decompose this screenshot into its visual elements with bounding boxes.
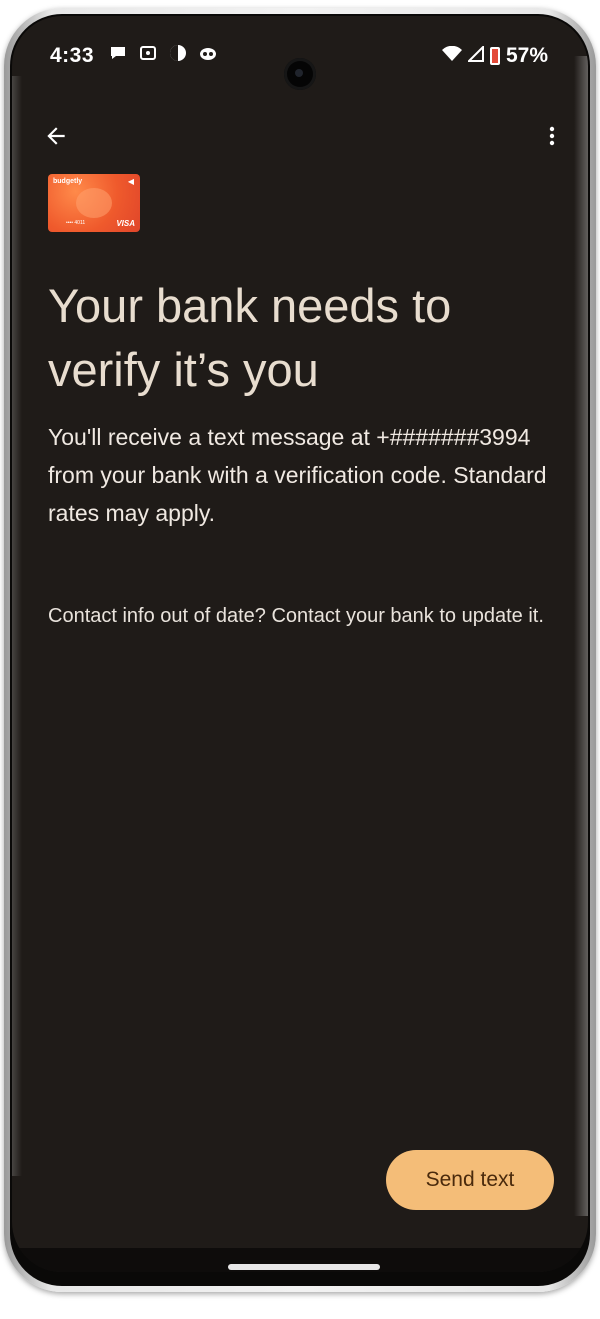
phone-bezel: 4:33 57% budgetly ◀ •••• 4011 VISA Your … xyxy=(10,14,590,1286)
front-camera xyxy=(284,58,316,90)
status-time: 4:33 xyxy=(50,44,95,67)
bank-card-image: budgetly ◀ •••• 4011 VISA xyxy=(48,174,140,232)
contact-info-note: Contact info out of date? Contact your b… xyxy=(48,605,544,627)
arrow-back-icon xyxy=(47,127,65,145)
screen-edge-reflection-right xyxy=(574,56,588,1216)
chat-bubble-icon xyxy=(108,44,128,64)
verification-description: You'll receive a text message at +######… xyxy=(48,424,547,526)
screen: 4:33 57% budgetly ◀ •••• 4011 VISA Your … xyxy=(12,16,588,1272)
cellular-signal-icon xyxy=(466,44,484,68)
card-pattern xyxy=(76,188,112,218)
phone-frame: 4:33 57% budgetly ◀ •••• 4011 VISA Your … xyxy=(4,8,596,1292)
status-bar: 4:33 57% xyxy=(12,16,588,90)
more-vert-icon xyxy=(549,126,555,146)
back-button[interactable] xyxy=(34,114,78,158)
top-app-bar xyxy=(12,108,588,168)
gesture-nav-handle[interactable] xyxy=(228,1264,380,1270)
more-options-button[interactable] xyxy=(530,114,574,158)
card-brand-logo: budgetly xyxy=(53,178,83,185)
wifi-icon xyxy=(441,44,462,68)
mascot-icon xyxy=(198,44,218,64)
status-right-group: 57% xyxy=(441,44,548,68)
notification-icons xyxy=(108,44,218,64)
page-title: Your bank needs to verify it’s you xyxy=(48,279,452,396)
send-text-button[interactable]: Send text xyxy=(386,1150,554,1210)
screen-edge-reflection-left xyxy=(12,76,22,1176)
visa-logo: VISA xyxy=(116,219,135,228)
battery-icon xyxy=(489,47,500,65)
app-icon xyxy=(168,44,188,64)
notification-icon xyxy=(138,44,158,64)
contactless-icon: ◀ xyxy=(127,177,134,186)
battery-percent: 57% xyxy=(505,44,548,67)
card-number-hint: •••• 4011 xyxy=(66,220,86,226)
